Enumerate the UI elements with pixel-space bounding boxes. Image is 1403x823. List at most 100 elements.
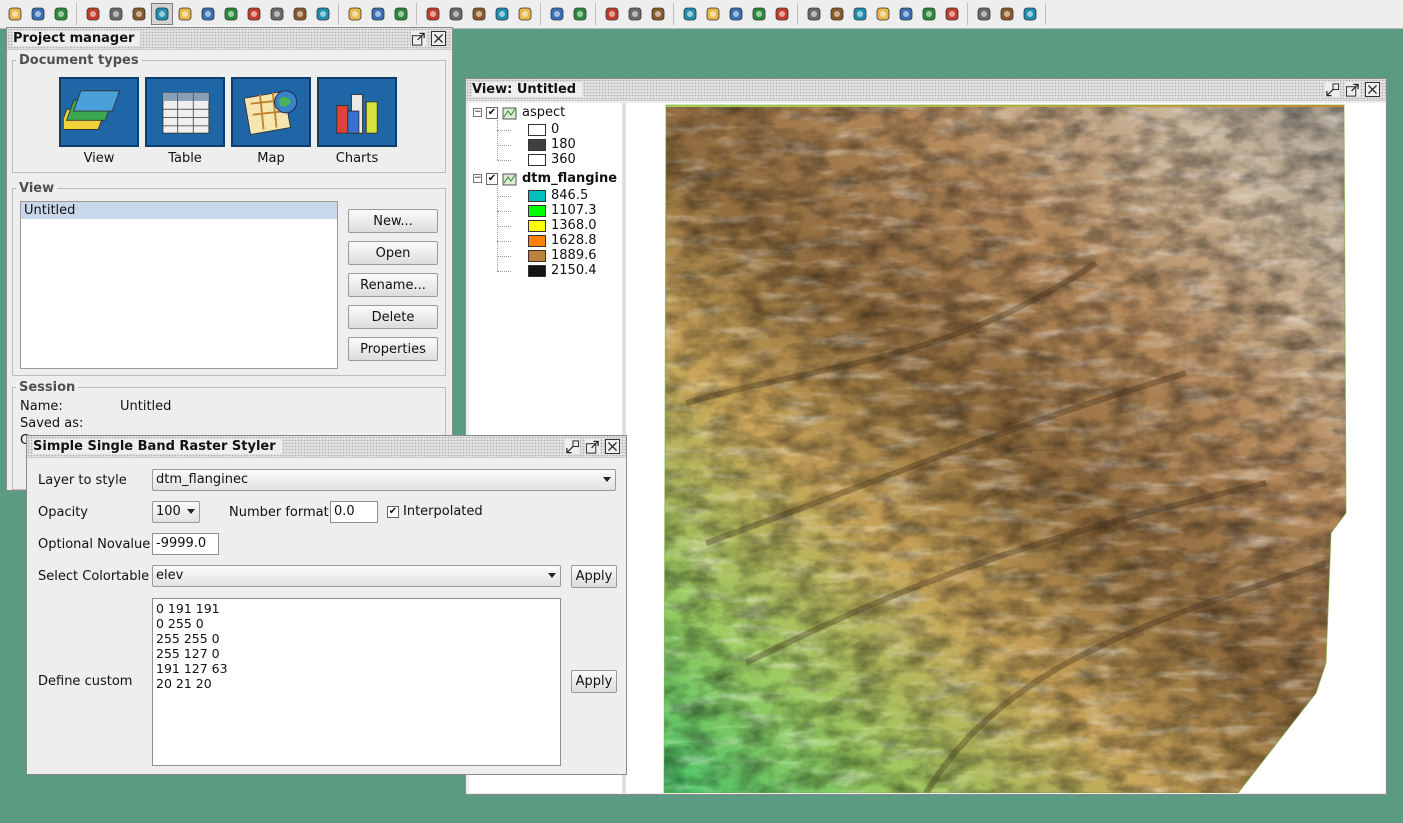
view-list[interactable]: Untitled xyxy=(20,201,338,369)
pan-hand-icon[interactable] xyxy=(82,3,104,25)
info-icon[interactable] xyxy=(312,3,334,25)
maximize-icon[interactable] xyxy=(411,31,426,46)
stop-icon[interactable] xyxy=(514,3,536,25)
pin2-icon[interactable] xyxy=(826,3,848,25)
map-canvas[interactable] xyxy=(626,103,1385,793)
open-view-button[interactable]: Open xyxy=(348,241,438,265)
collapse-icon[interactable]: − xyxy=(473,108,482,117)
number-format-label: Number format xyxy=(229,505,329,520)
number-format-input[interactable]: 0.0 xyxy=(330,501,378,523)
locate-icon[interactable] xyxy=(601,3,623,25)
raster-icon[interactable] xyxy=(679,3,701,25)
legend-entry: 0 xyxy=(528,122,559,137)
layer-name[interactable]: aspect xyxy=(522,105,565,120)
novalue-input[interactable]: -9999.0 xyxy=(152,533,219,555)
edit-icon[interactable] xyxy=(748,3,770,25)
select-polygon-icon[interactable] xyxy=(445,3,467,25)
zoom-back-icon[interactable] xyxy=(243,3,265,25)
colortable-select[interactable]: elev xyxy=(152,565,561,587)
layer-to-style-value: dtm_flanginec xyxy=(156,472,249,487)
layer-node-dtm_flangine[interactable]: − ✔ dtm_flangine xyxy=(473,171,617,186)
doc-type-charts[interactable]: Charts xyxy=(317,77,397,166)
pin-icon[interactable] xyxy=(803,3,825,25)
view-doc-icon[interactable] xyxy=(59,77,139,147)
opacity-select[interactable]: 100 xyxy=(152,501,200,523)
close-icon[interactable] xyxy=(1365,82,1380,97)
view-list-item[interactable]: Untitled xyxy=(21,202,337,219)
project-manager-titlebar[interactable]: Project manager xyxy=(7,28,452,50)
find-icon[interactable] xyxy=(266,3,288,25)
close-icon[interactable] xyxy=(431,31,446,46)
zoom-previous-icon[interactable] xyxy=(220,3,242,25)
restore-icon[interactable] xyxy=(1325,82,1340,97)
table-doc-icon[interactable] xyxy=(145,77,225,147)
select-rect-icon[interactable] xyxy=(422,3,444,25)
print-layout-icon[interactable] xyxy=(1019,3,1041,25)
view-titlebar[interactable]: View: Untitled xyxy=(466,79,1386,101)
zoom-in-icon[interactable] xyxy=(151,3,173,25)
project-manager-title: Project manager xyxy=(13,31,141,46)
doc-type-view[interactable]: View xyxy=(59,77,139,166)
image-icon[interactable] xyxy=(771,3,793,25)
flag-icon[interactable] xyxy=(624,3,646,25)
layer-to-style-select[interactable]: dtm_flanginec xyxy=(152,469,616,491)
check-icon[interactable]: ✔ xyxy=(387,505,399,518)
open-folder-icon[interactable] xyxy=(27,3,49,25)
maximize-icon[interactable] xyxy=(585,439,600,454)
select-pointer-icon[interactable] xyxy=(390,3,412,25)
tree-connector xyxy=(497,256,511,257)
restore-icon[interactable] xyxy=(565,439,580,454)
measure-icon[interactable] xyxy=(367,3,389,25)
raster-styler-titlebar[interactable]: Simple Single Band Raster Styler xyxy=(27,436,626,458)
chevron-down-icon xyxy=(603,477,611,482)
toolbar-separator xyxy=(338,3,341,25)
doc-type-table[interactable]: Table xyxy=(145,77,225,166)
interpolated-checkbox[interactable]: ✔ Interpolated xyxy=(387,504,483,519)
check-icon[interactable]: ✔ xyxy=(486,172,498,185)
legend-swatch xyxy=(528,204,546,217)
new-doc-icon[interactable] xyxy=(4,3,26,25)
map-doc-icon[interactable] xyxy=(231,77,311,147)
text-m-icon[interactable] xyxy=(849,3,871,25)
clear-selection-icon[interactable] xyxy=(491,3,513,25)
new-view-button[interactable]: New... xyxy=(348,209,438,233)
doc-type-map[interactable]: Map xyxy=(231,77,311,166)
zoom-out-icon[interactable] xyxy=(174,3,196,25)
pin3-icon[interactable] xyxy=(872,3,894,25)
select-layer-icon[interactable] xyxy=(289,3,311,25)
refresh-icon[interactable] xyxy=(702,3,724,25)
pin5-icon[interactable] xyxy=(918,3,940,25)
layer-name[interactable]: dtm_flangine xyxy=(522,171,617,186)
folder-star-icon[interactable] xyxy=(996,3,1018,25)
toolbar-separator xyxy=(1045,3,1048,25)
delete-view-button[interactable]: Delete xyxy=(348,305,438,329)
print-icon[interactable] xyxy=(344,3,366,25)
zoom-select-icon[interactable] xyxy=(128,3,150,25)
apply-custom-button[interactable]: Apply xyxy=(571,670,617,693)
layer-node-aspect[interactable]: − ✔ aspect xyxy=(473,105,565,120)
lasso-icon[interactable] xyxy=(941,3,963,25)
close-icon[interactable] xyxy=(605,439,620,454)
rename-view-button[interactable]: Rename... xyxy=(348,273,438,297)
session-name-label: Name: xyxy=(20,399,63,414)
collapse-icon[interactable]: − xyxy=(473,174,482,183)
check-icon[interactable]: ✔ xyxy=(486,106,498,119)
layers-icon[interactable] xyxy=(197,3,219,25)
save-icon[interactable] xyxy=(50,3,72,25)
charts-doc-icon[interactable] xyxy=(317,77,397,147)
custom-colortable-textarea[interactable]: 0 191 191 0 255 0 255 255 0 255 127 0 191 12… xyxy=(152,598,561,766)
globe-icon[interactable] xyxy=(647,3,669,25)
copy-icon[interactable] xyxy=(725,3,747,25)
apply-colortable-button[interactable]: Apply xyxy=(571,565,617,588)
legend-entry-label: 1107.3 xyxy=(551,203,597,218)
pin4-icon[interactable] xyxy=(895,3,917,25)
add-layer-icon[interactable] xyxy=(569,3,591,25)
table-icon[interactable] xyxy=(973,3,995,25)
zoom-full-icon[interactable] xyxy=(105,3,127,25)
document-types-legend: Document types xyxy=(19,53,139,68)
properties-view-button[interactable]: Properties xyxy=(348,337,438,361)
tools-icon[interactable] xyxy=(546,3,568,25)
legend-swatch xyxy=(528,189,546,202)
maximize-icon[interactable] xyxy=(1345,82,1360,97)
select-circle-icon[interactable] xyxy=(468,3,490,25)
